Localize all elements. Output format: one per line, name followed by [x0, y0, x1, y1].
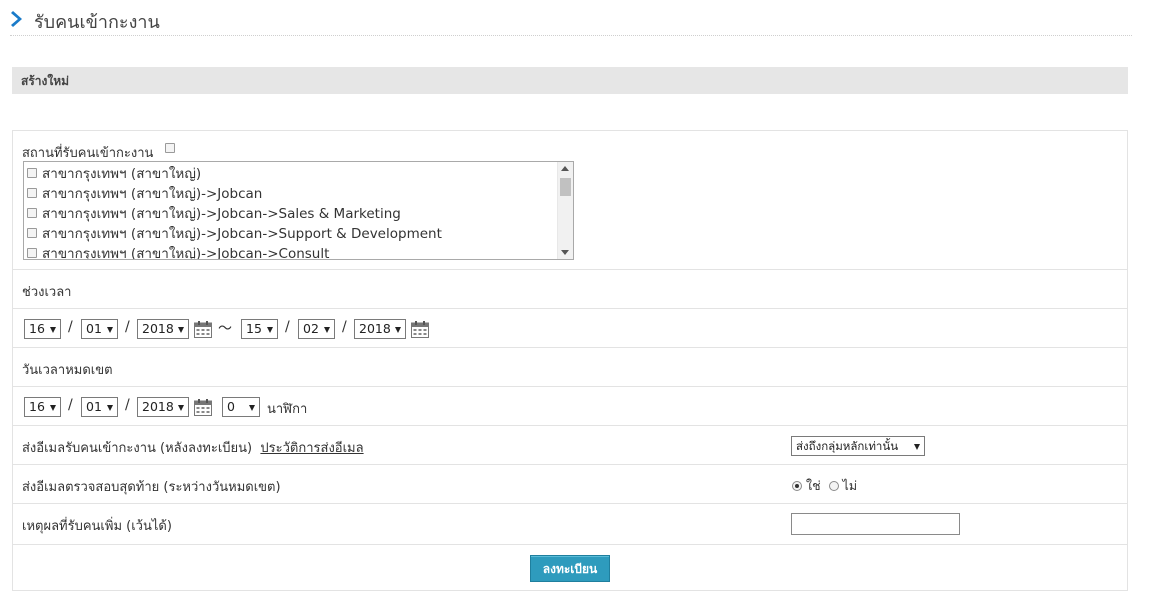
date-separator: /: [285, 319, 290, 335]
location-checkbox[interactable]: [27, 168, 37, 178]
yes-radio[interactable]: [792, 481, 802, 491]
page-title: รับคนเข้ากะงาน: [34, 12, 160, 33]
listbox-scrollbar[interactable]: [557, 162, 573, 259]
period-label-row: ช่วงเวลา: [13, 270, 1127, 309]
chevron-down-icon: [178, 405, 184, 411]
deadline-month-select[interactable]: 01: [81, 397, 118, 417]
final-email-label: ส่งอีเมลตรวจสอบสุดท้าย (ระหว่างวันหมดเขต…: [22, 480, 281, 495]
date-separator: /: [68, 319, 73, 335]
calendar-icon[interactable]: [411, 321, 429, 338]
reason-row: เหตุผลที่รับคนเพิ่ม (เว้นได้): [13, 504, 1127, 545]
list-item[interactable]: สาขากรุงเทพฯ (สาขาใหญ่)->Jobcan: [27, 182, 262, 202]
list-item[interactable]: สาขากรุงเทพฯ (สาขาใหญ่)->Jobcan->Sales &…: [27, 202, 401, 222]
final-email-radio-group: ใช่ ไม่: [792, 476, 857, 496]
calendar-icon[interactable]: [194, 399, 212, 416]
date-separator: /: [68, 397, 73, 413]
calendar-icon[interactable]: [194, 321, 212, 338]
no-radio[interactable]: [828, 481, 839, 491]
email-history-link[interactable]: ประวัติการส่งอีเมล: [260, 441, 363, 456]
section-title: สร้างใหม่: [21, 74, 70, 88]
period-from-day-select[interactable]: 16: [24, 319, 61, 339]
hour-unit-label: นาฬิกา: [267, 402, 308, 417]
email-notice-label: ส่งอีเมลรับคนเข้ากะงาน (หลังลงทะเบียน) ป…: [22, 441, 364, 456]
page-header: รับคนเข้ากะงาน: [10, 6, 1132, 36]
email-notice-row: ส่งอีเมลรับคนเข้ากะงาน (หลังลงทะเบียน) ป…: [13, 426, 1127, 465]
select-all-checkbox[interactable]: [165, 143, 175, 153]
chevron-down-icon: [267, 327, 273, 333]
list-item[interactable]: สาขากรุงเทพฯ (สาขาใหญ่): [27, 162, 201, 182]
chevron-down-icon: [178, 327, 184, 333]
location-checkbox[interactable]: [27, 228, 37, 238]
chevron-down-icon: [107, 405, 113, 411]
chevron-down-icon: [395, 327, 401, 333]
list-item[interactable]: สาขากรุงเทพฯ (สาขาใหญ่)->Jobcan->Consult: [27, 242, 329, 259]
location-checkbox[interactable]: [27, 188, 37, 198]
location-checkbox[interactable]: [27, 248, 37, 258]
chevron-down-icon: [249, 405, 255, 411]
deadline-day-select[interactable]: 16: [24, 397, 61, 417]
date-separator: /: [125, 397, 130, 413]
period-from-month-select[interactable]: 01: [81, 319, 118, 339]
deadline-hour-select[interactable]: 0: [222, 397, 260, 417]
yes-label: ใช่: [805, 478, 821, 493]
deadline-year-select[interactable]: 2018: [137, 397, 189, 417]
period-label: ช่วงเวลา: [22, 285, 72, 300]
chevron-down-icon: [50, 327, 56, 333]
shift-request-form: สถานที่รับคนเข้ากะงาน สาขากรุงเทพฯ (สาขา…: [12, 130, 1128, 591]
date-separator: /: [342, 319, 347, 335]
list-item[interactable]: สาขากรุงเทพฯ (สาขาใหญ่)->Jobcan->Support…: [27, 222, 442, 242]
deadline-label-row: วันเวลาหมดเขต: [13, 348, 1127, 387]
final-email-row: ส่งอีเมลตรวจสอบสุดท้าย (ระหว่างวันหมดเขต…: [13, 465, 1127, 504]
locations-label: สถานที่รับคนเข้ากะงาน: [22, 146, 154, 161]
submit-row: ลงทะเบียน: [13, 545, 1127, 590]
chevron-down-icon: [50, 405, 56, 411]
chevron-down-icon: [914, 444, 920, 450]
scroll-down-icon[interactable]: [561, 250, 569, 255]
deadline-row: 16 / 01 / 2018 0 นาฬิกา: [13, 387, 1127, 426]
register-button[interactable]: ลงทะเบียน: [530, 555, 610, 582]
section-bar: สร้างใหม่: [12, 67, 1128, 94]
reason-label: เหตุผลที่รับคนเพิ่ม (เว้นได้): [22, 519, 172, 534]
chevron-down-icon: [107, 327, 113, 333]
reason-input[interactable]: [791, 513, 960, 535]
period-to-day-select[interactable]: 15: [241, 319, 278, 339]
date-separator: /: [125, 319, 130, 335]
locations-listbox[interactable]: สาขากรุงเทพฯ (สาขาใหญ่) สาขากรุงเทพฯ (สา…: [23, 161, 574, 260]
chevron-down-icon: [324, 327, 330, 333]
no-label: ไม่: [842, 478, 858, 493]
scroll-thumb[interactable]: [560, 178, 571, 196]
locations-row: สถานที่รับคนเข้ากะงาน สาขากรุงเทพฯ (สาขา…: [13, 131, 1127, 270]
scroll-up-icon[interactable]: [561, 166, 569, 171]
period-to-year-select[interactable]: 2018: [354, 319, 406, 339]
range-tilde: ～: [218, 321, 232, 337]
email-recipient-select[interactable]: ส่งถึงกลุ่มหลักเท่านั้น: [791, 436, 925, 456]
chevron-right-icon: [11, 11, 22, 27]
period-from-year-select[interactable]: 2018: [137, 319, 189, 339]
period-row: 16 / 01 / 2018 ～ 15 / 02 / 2018: [13, 309, 1127, 348]
deadline-label: วันเวลาหมดเขต: [22, 363, 113, 378]
period-to-month-select[interactable]: 02: [298, 319, 335, 339]
location-checkbox[interactable]: [27, 208, 37, 218]
